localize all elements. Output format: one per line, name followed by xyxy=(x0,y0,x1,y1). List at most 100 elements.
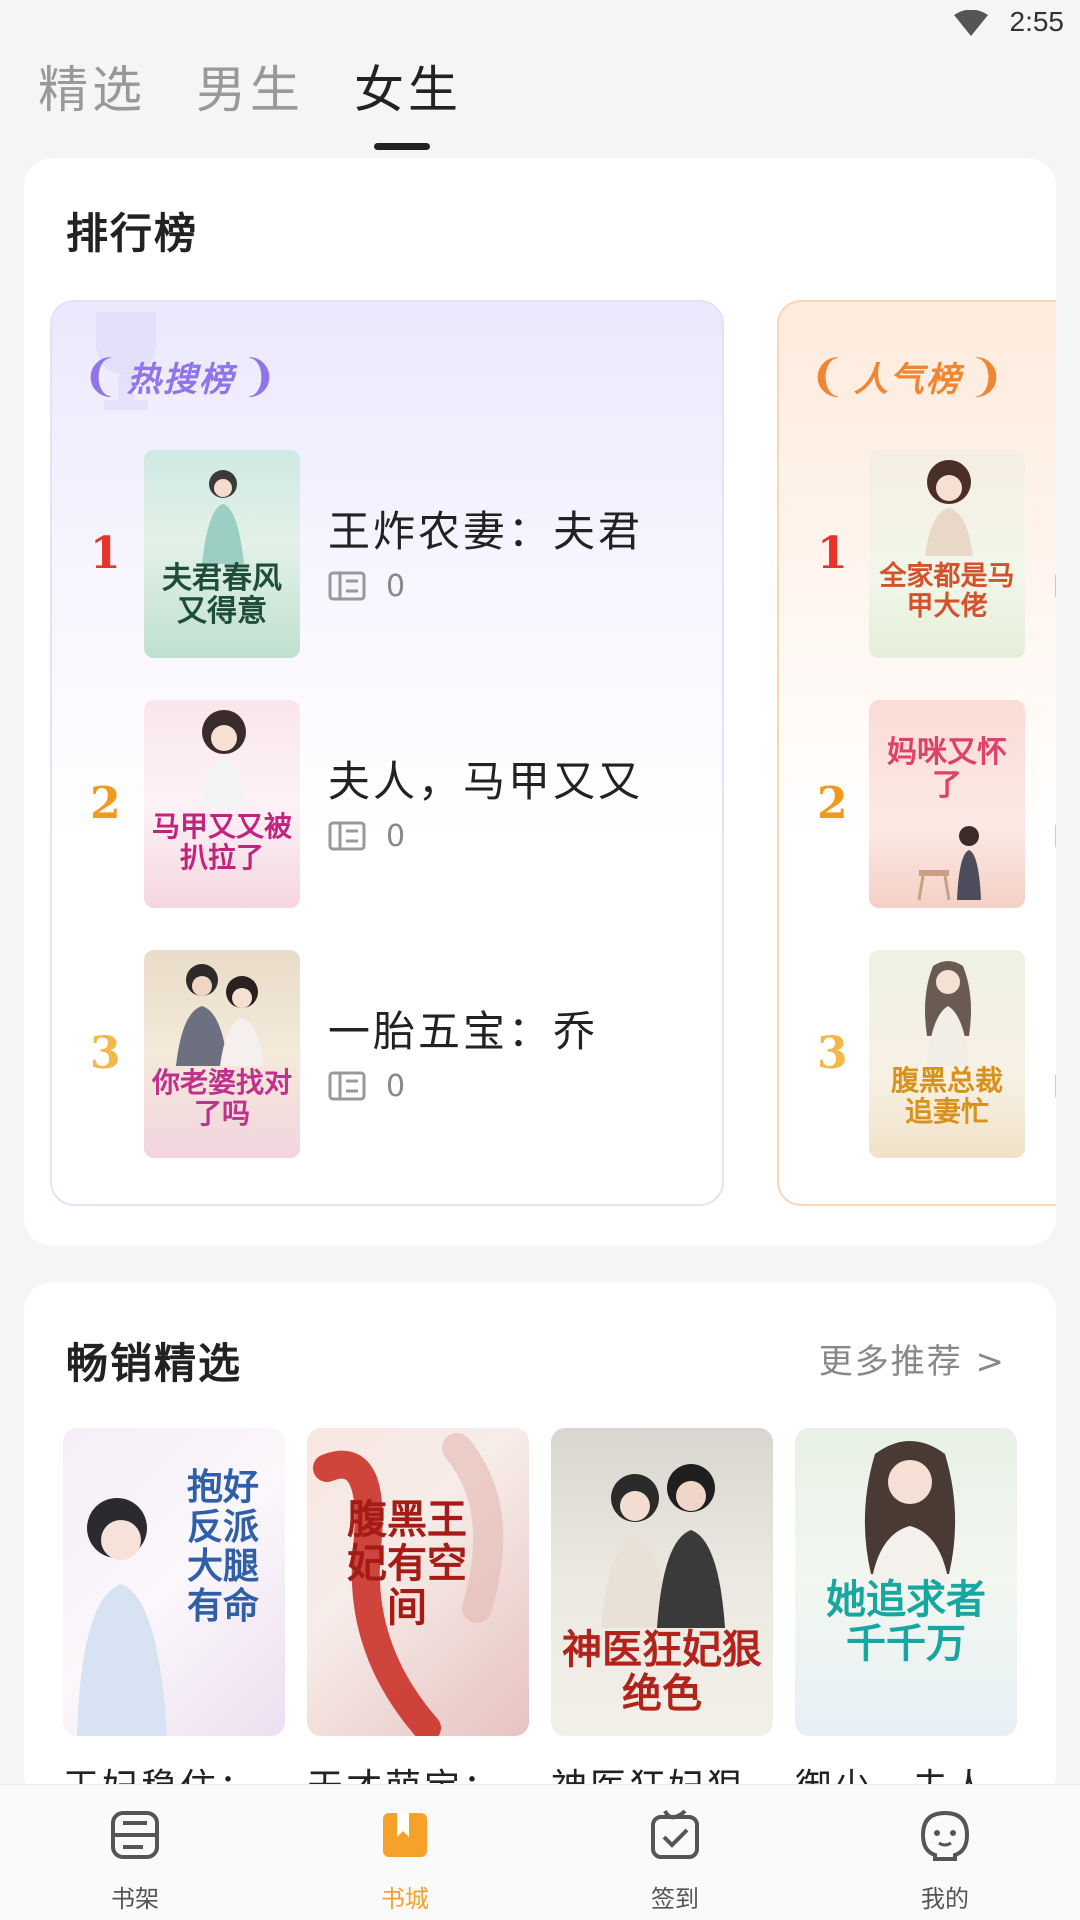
cover-title: 你老婆找对了吗 xyxy=(152,1066,293,1130)
rank-item[interactable]: 3 腹黑总裁追妻忙 腹 xyxy=(779,950,1056,1160)
book-cover[interactable]: 她追求者千千万 xyxy=(795,1428,1017,1736)
ranking-card: 排行榜 ❨ 热搜榜 ❩ 1 夫君春风又得意 王炸农妻：夫君 0 2 马甲又又被扒… xyxy=(24,158,1056,1246)
status-time: 2:55 xyxy=(1009,6,1065,37)
ranking-panels[interactable]: ❨ 热搜榜 ❩ 1 夫君春风又得意 王炸农妻：夫君 0 2 马甲又又被扒拉了 夫… xyxy=(50,300,1056,1220)
tab-featured[interactable]: 精选 xyxy=(38,58,146,138)
cover-title: 腹黑总裁追妻忙 xyxy=(890,1064,1003,1128)
cover-title: 全家都是马甲大佬 xyxy=(879,561,1015,622)
book-cover[interactable]: 腹黑总裁追妻忙 xyxy=(869,950,1025,1158)
rank-item[interactable]: 1 夫君春风又得意 王炸农妻：夫君 0 xyxy=(52,450,726,660)
read-count: 0 xyxy=(386,568,406,604)
chapter-list-icon xyxy=(1055,573,1056,599)
cover-title: 神医狂妃狠绝色 xyxy=(562,1626,762,1717)
bestseller-list: 抱好反派大腿有命 王妃稳住： 腹黑王妃有空间 天才萌宝： xyxy=(63,1428,1043,1802)
book-cover[interactable]: 妈咪又怀了 xyxy=(869,700,1025,908)
nav-label: 书城 xyxy=(381,1885,429,1913)
profile-icon xyxy=(920,1810,970,1861)
rank-meta: 0 xyxy=(328,818,405,854)
book-cover[interactable]: 全家都是马甲大佬 xyxy=(869,450,1025,658)
rank-book-title: 夫人，马甲又又 xyxy=(328,757,644,806)
rank-book-title: 一 xyxy=(1055,748,1056,809)
popularity-panel[interactable]: ❨ 人气榜 ❩ 1 全家都是马甲大佬 腹 xyxy=(777,300,1056,1206)
cover-title: 夫君春风又得意 xyxy=(162,561,282,629)
chapter-list-icon xyxy=(328,1071,366,1101)
rank-item[interactable]: 2 马甲又又被扒拉了 夫人，马甲又又 0 xyxy=(52,700,726,910)
chapter-list-icon xyxy=(1055,1073,1056,1099)
ranking-title: 排行榜 xyxy=(66,209,199,258)
cover-figure-icon xyxy=(202,470,244,564)
book-item[interactable]: 神医狂妃狠绝色 神医狂妃狠 xyxy=(551,1428,773,1802)
rank-meta: 0 xyxy=(328,568,405,604)
cover-couple-icon xyxy=(601,1464,725,1628)
rank-number: 1 xyxy=(817,528,848,579)
rank-number: 3 xyxy=(90,1028,121,1079)
rank-meta xyxy=(1055,1068,1056,1104)
nav-bookstore[interactable]: 书城 xyxy=(270,1785,540,1920)
tab-male[interactable]: 男生 xyxy=(196,58,304,138)
rank-item[interactable]: 3 你老婆找对了吗 一胎五宝：乔 0 xyxy=(52,950,726,1160)
tab-female[interactable]: 女生 xyxy=(354,58,462,150)
nav-label: 签到 xyxy=(651,1885,699,1913)
popularity-badge: ❨ 人气榜 ❩ xyxy=(803,346,1013,406)
cover-scene-icon xyxy=(917,826,981,900)
cover-figure-icon xyxy=(925,961,971,1066)
bestseller-card: 畅销精选 更多推荐 > 抱好反派大腿有命 王妃稳住： xyxy=(24,1282,1056,1802)
cover-title: 抱好反派大腿有命 xyxy=(186,1466,259,1627)
checkin-icon xyxy=(651,1809,699,1859)
book-cover[interactable]: 抱好反派大腿有命 xyxy=(63,1428,285,1736)
rank-number: 2 xyxy=(817,778,848,829)
rank-item[interactable]: 2 妈咪又怀了 一 xyxy=(779,700,1056,910)
wifi-icon xyxy=(954,10,988,36)
hot-search-badge: ❨ 热搜榜 ❩ xyxy=(76,346,286,406)
chapter-list-icon xyxy=(1055,823,1056,849)
cover-title: 马甲又又被扒拉了 xyxy=(152,810,293,874)
nav-bookshelf[interactable]: 书架 xyxy=(0,1785,270,1920)
book-item[interactable]: 她追求者千千万 御少，夫人 xyxy=(795,1428,1017,1802)
rank-meta xyxy=(1055,818,1056,854)
rank-book-title: 腹 xyxy=(1055,998,1056,1059)
book-cover[interactable]: 腹黑王妃有空间 xyxy=(307,1428,529,1736)
nav-checkin[interactable]: 签到 xyxy=(540,1785,810,1920)
bookshelf-icon xyxy=(111,1811,159,1859)
rank-book-title: 腹 xyxy=(1055,498,1056,559)
cover-figure-icon xyxy=(77,1498,167,1736)
hot-search-panel[interactable]: ❨ 热搜榜 ❩ 1 夫君春风又得意 王炸农妻：夫君 0 2 马甲又又被扒拉了 夫… xyxy=(50,300,724,1206)
rank-number: 2 xyxy=(90,778,121,829)
nav-label: 我的 xyxy=(921,1885,969,1913)
book-item[interactable]: 抱好反派大腿有命 王妃稳住： xyxy=(63,1428,285,1802)
chapter-list-icon xyxy=(328,571,366,601)
top-tabs: 精选 男生 女生 xyxy=(38,58,512,150)
nav-label: 书架 xyxy=(111,1885,159,1913)
status-bar: 2:55 xyxy=(0,0,1080,50)
rank-book-title: 一胎五宝：乔 xyxy=(328,1007,599,1056)
laurel-right-icon: ❩ xyxy=(967,350,1007,402)
laurel-left-icon: ❨ xyxy=(809,350,848,402)
more-recommend-link[interactable]: 更多推荐 > xyxy=(819,1334,1006,1383)
cover-couple-icon xyxy=(176,964,264,1066)
laurel-left-icon: ❨ xyxy=(82,350,121,402)
cover-title: 腹黑王妃有空间 xyxy=(347,1496,467,1631)
rank-meta xyxy=(1055,568,1056,604)
book-cover[interactable]: 马甲又又被扒拉了 xyxy=(144,700,300,908)
popularity-label: 人气榜 xyxy=(853,359,962,400)
bookstore-icon xyxy=(383,1813,427,1857)
book-cover[interactable]: 夫君春风又得意 xyxy=(144,450,300,658)
cover-figure-icon xyxy=(925,460,973,556)
rank-meta: 0 xyxy=(328,1068,405,1104)
cover-title: 妈咪又怀了 xyxy=(887,735,1007,803)
bottom-nav: 书架 书城 签到 我的 xyxy=(0,1784,1080,1920)
bestseller-title: 畅销精选 xyxy=(66,1339,243,1388)
nav-profile[interactable]: 我的 xyxy=(810,1785,1080,1920)
book-cover[interactable]: 神医狂妃狠绝色 xyxy=(551,1428,773,1736)
chapter-list-icon xyxy=(328,821,366,851)
cover-figure-icon xyxy=(864,1441,956,1584)
cover-title: 她追求者千千万 xyxy=(826,1576,986,1667)
read-count: 0 xyxy=(386,1068,406,1104)
laurel-right-icon: ❩ xyxy=(240,350,280,402)
rank-number: 1 xyxy=(90,528,121,579)
book-item[interactable]: 腹黑王妃有空间 天才萌宝： xyxy=(307,1428,529,1802)
hot-search-label: 热搜榜 xyxy=(126,359,235,400)
rank-item[interactable]: 1 全家都是马甲大佬 腹 xyxy=(779,450,1056,660)
book-cover[interactable]: 你老婆找对了吗 xyxy=(144,950,300,1158)
read-count: 0 xyxy=(386,818,406,854)
